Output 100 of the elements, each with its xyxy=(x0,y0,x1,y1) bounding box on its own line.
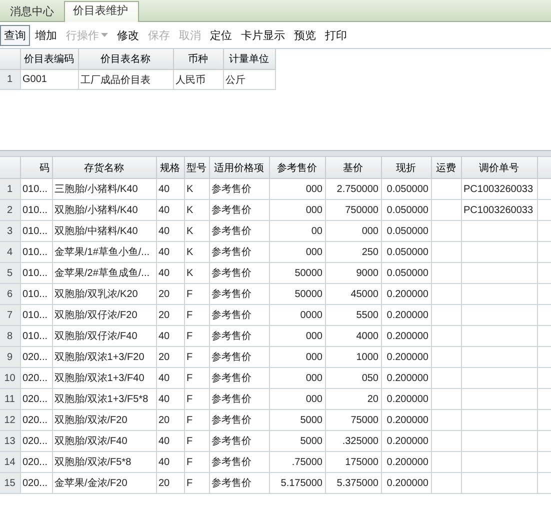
table-cell: 40 xyxy=(158,204,170,216)
table-cell: 020... xyxy=(22,414,48,426)
toolbar-button[interactable]: 打印 xyxy=(321,24,351,46)
table-cell: 000 xyxy=(306,372,322,384)
table-cell: 双胞胎/双仔浓/F40 xyxy=(54,331,138,342)
table-cell: 750000 xyxy=(345,204,378,216)
table-cell: 双胞胎/双仔浓/F20 xyxy=(54,310,138,321)
table-cell: 双胞胎/双浓1+3/F20 xyxy=(54,352,144,363)
table-cell: 20 xyxy=(158,310,170,320)
table-cell: 000 xyxy=(306,184,322,194)
column-header[interactable]: 币种 xyxy=(173,49,223,70)
table-cell: 5000 xyxy=(300,436,322,446)
table-cell: 5500 xyxy=(356,310,378,320)
table-cell: 0.200000 xyxy=(386,288,428,300)
table-cell: F xyxy=(186,372,193,384)
table-cell: 0.200000 xyxy=(386,330,428,342)
row-number: 10 xyxy=(0,368,20,388)
table-cell: 参考售价 xyxy=(212,373,252,384)
table-cell: 1000 xyxy=(356,352,378,362)
column-header[interactable]: 调价单号 xyxy=(461,157,537,178)
table-cell: 010... xyxy=(22,268,48,278)
table-cell: 40 xyxy=(158,268,170,278)
table-cell: 0.200000 xyxy=(386,456,428,468)
table-cell: 4000 xyxy=(356,330,378,342)
table-cell: 参考售价 xyxy=(212,352,252,363)
table-cell: F xyxy=(186,456,193,468)
column-header[interactable]: 计量单位 xyxy=(223,49,275,70)
table-cell: 000 xyxy=(362,226,378,236)
toolbar-button[interactable]: 修改 xyxy=(113,24,143,46)
table-cell: F xyxy=(186,394,193,404)
row-number: 8 xyxy=(0,326,20,346)
tab[interactable]: 价目表维护 xyxy=(64,1,139,22)
table-cell: 5000 xyxy=(300,414,322,426)
table-cell: 参考售价 xyxy=(212,184,252,195)
table-cell: 40 xyxy=(158,330,170,342)
column-header[interactable]: 现折 xyxy=(381,157,431,178)
column-header[interactable]: 基价 xyxy=(325,157,381,178)
table-cell: 参考售价 xyxy=(212,394,252,405)
table-cell: 45000 xyxy=(350,288,378,300)
splitter-bar[interactable] xyxy=(0,150,551,157)
table-cell: 公斤 xyxy=(226,74,246,86)
table-cell: K xyxy=(186,226,194,236)
table-cell: 020... xyxy=(22,372,48,384)
table-cell: 0.050000 xyxy=(386,268,428,278)
table-cell: 020... xyxy=(22,352,48,362)
table-cell: K xyxy=(186,204,194,216)
table-cell: 双胞胎/中猪料/K40 xyxy=(54,226,138,237)
column-header[interactable]: 价目表名称 xyxy=(78,49,173,70)
table-cell: 020... xyxy=(22,456,48,468)
table-cell: 参考售价 xyxy=(212,226,252,237)
table-cell: 9000 xyxy=(356,268,378,278)
table-cell: 000 xyxy=(306,246,322,258)
table-cell: 010... xyxy=(22,310,48,320)
table-cell: 20 xyxy=(158,288,170,300)
table-cell: .75000 xyxy=(292,456,322,468)
table-cell: 0.050000 xyxy=(386,184,428,194)
column-header[interactable]: 运费 xyxy=(431,157,461,178)
table-cell: 0.050000 xyxy=(386,246,428,258)
table-cell: 20 xyxy=(367,394,378,404)
table-cell: K xyxy=(186,268,194,278)
column-header[interactable]: 规格 xyxy=(156,157,184,178)
table-cell: 010... xyxy=(22,288,48,300)
table-cell: 参考售价 xyxy=(212,415,252,426)
table-cell: 010... xyxy=(22,246,48,258)
toolbar-button[interactable]: 增加 xyxy=(31,24,61,46)
toolbar-button[interactable]: 查询 xyxy=(0,24,30,46)
tab[interactable]: 消息中心 xyxy=(2,2,64,21)
table-cell: F xyxy=(186,478,193,488)
toolbar-button[interactable]: 预览 xyxy=(290,24,320,46)
table-cell: 0000 xyxy=(300,310,322,320)
table-cell: 参考售价 xyxy=(212,457,252,468)
table-cell: 010... xyxy=(22,184,48,194)
table-cell: 0.200000 xyxy=(386,414,428,426)
table-cell: 50000 xyxy=(294,268,322,278)
table-cell: 010... xyxy=(22,204,48,216)
table-cell: 0.200000 xyxy=(386,352,428,362)
column-header[interactable]: 价目表编码 xyxy=(20,49,78,70)
table-cell: 金苹果/1#草鱼小鱼/... xyxy=(54,247,150,258)
table-cell: 双胞胎/双浓/F5*8 xyxy=(54,457,132,468)
table-cell: 2.750000 xyxy=(336,184,378,194)
table-cell: G001 xyxy=(22,74,47,85)
column-header[interactable]: 型号 xyxy=(184,157,209,178)
table-cell: 参考售价 xyxy=(212,331,252,342)
table-cell: 双胞胎/双浓/F20 xyxy=(54,415,128,426)
row-number: 9 xyxy=(0,346,20,368)
row-number: 1 xyxy=(0,178,20,200)
column-header[interactable]: 适用价格项 xyxy=(209,157,269,178)
toolbar-button[interactable]: 卡片显示 xyxy=(237,24,289,46)
table-cell: 175000 xyxy=(345,456,378,468)
table-cell: 工厂成品价目表 xyxy=(80,74,150,86)
table-cell: 双胞胎/小猪料/K40 xyxy=(54,205,138,216)
column-header[interactable]: 存货名称 xyxy=(52,157,156,178)
toolbar-button[interactable]: 定位 xyxy=(206,24,236,46)
column-header[interactable]: 码 xyxy=(20,157,52,178)
table-cell: 40 xyxy=(158,456,170,468)
table-cell: 0.200000 xyxy=(386,310,428,320)
table-cell: 20 xyxy=(158,478,170,488)
table-cell: 020... xyxy=(22,394,48,404)
table-cell: K xyxy=(186,184,194,194)
column-header[interactable]: 参考售价 xyxy=(269,157,325,178)
